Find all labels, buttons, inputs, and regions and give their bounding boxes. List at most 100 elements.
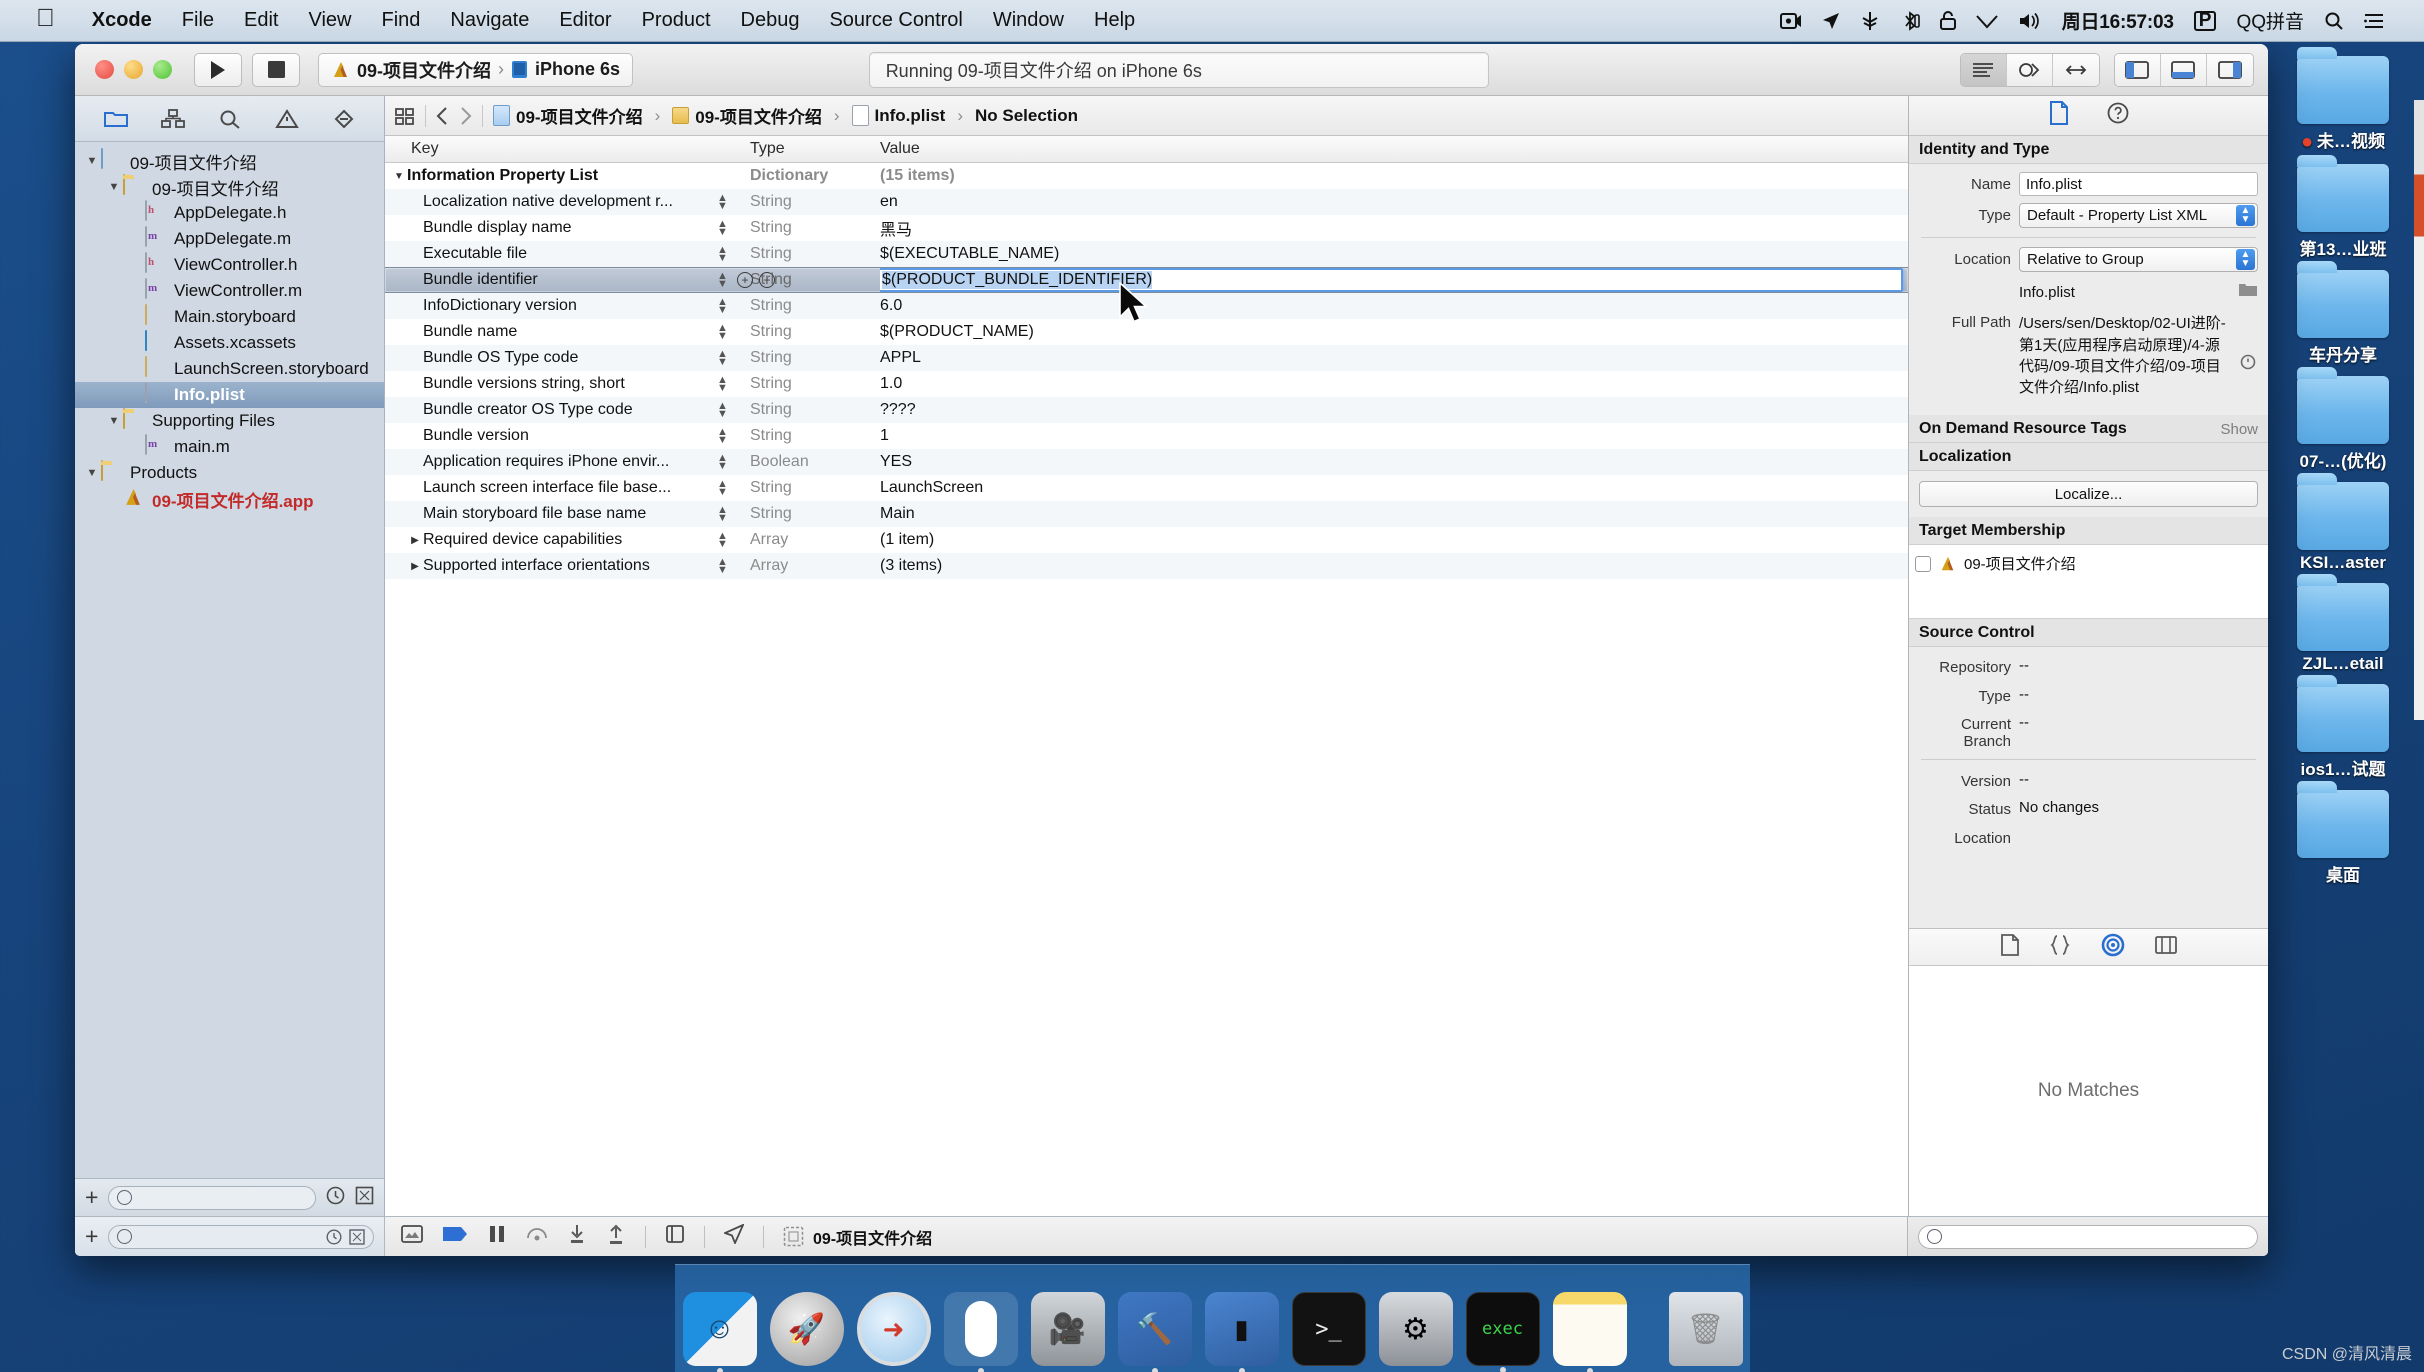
row-stepper-icon[interactable]: ▲ ▼: [717, 271, 728, 290]
plist-value-cell[interactable]: APPL: [880, 349, 1908, 367]
notification-center-icon[interactable]: [2364, 12, 2384, 30]
quick-help-icon[interactable]: [2107, 102, 2129, 129]
tree-item-project-icon[interactable]: ▼ 09-项目文件介绍: [75, 148, 384, 174]
plist-type-cell[interactable]: Array: [750, 531, 880, 549]
source-control-status-icon[interactable]: [349, 1228, 365, 1245]
row-stepper-icon[interactable]: ▲ ▼: [717, 245, 728, 264]
plist-value-cell[interactable]: 黑马: [880, 216, 1908, 240]
navigator-filter-field[interactable]: [108, 1224, 374, 1249]
lock-icon[interactable]: [1939, 11, 1956, 30]
plist-type-cell[interactable]: Dictionary: [750, 167, 880, 185]
tree-item-folder-icon[interactable]: ▼ Supporting Files: [75, 408, 384, 434]
location-arrow-icon[interactable]: [1822, 12, 1840, 30]
reveal-in-finder-icon[interactable]: [2240, 310, 2258, 375]
debug-scope[interactable]: 09-项目文件介绍: [783, 1225, 932, 1249]
target-membership-row[interactable]: 09-项目文件介绍: [1909, 545, 2268, 582]
dock-app-trash[interactable]: 🗑: [1668, 1292, 1743, 1366]
library-filter-field[interactable]: [1918, 1224, 2258, 1249]
show-debug-area-icon[interactable]: [401, 1225, 423, 1248]
plist-row[interactable]: Bundle versions string, short ▲ ▼ String 1.0: [385, 371, 1908, 397]
tree-item-plist-icon[interactable]: Info.plist: [75, 382, 384, 408]
plist-type-cell[interactable]: String: [750, 505, 880, 523]
plist-row[interactable]: Bundle OS Type code ▲ ▼ String APPL: [385, 345, 1908, 371]
tree-item-header-file-icon[interactable]: AppDelegate.h: [75, 200, 384, 226]
wifi-icon[interactable]: [1975, 12, 1998, 29]
dock-app-notes[interactable]: [1552, 1292, 1627, 1372]
dock-app-xcode[interactable]: 🔨: [1117, 1292, 1192, 1372]
row-stepper-icon[interactable]: ▲ ▼: [717, 375, 728, 394]
dock-app-terminal[interactable]: >_: [1291, 1292, 1366, 1366]
plist-key-cell[interactable]: Bundle version: [385, 427, 750, 445]
tree-item-app-product-icon[interactable]: 09-项目文件介绍.app: [75, 486, 384, 512]
standard-editor-icon[interactable]: [1960, 53, 2007, 86]
plist-key-cell[interactable]: Bundle versions string, short: [385, 375, 750, 393]
row-stepper-icon[interactable]: ▲ ▼: [717, 531, 728, 550]
desktop-folder[interactable]: 第13…业班: [2273, 155, 2413, 260]
plist-row[interactable]: ▶ Supported interface orientations ▲ ▼ Array…: [385, 553, 1908, 579]
breakpoints-icon[interactable]: [442, 1225, 468, 1248]
menu-item-source-control[interactable]: Source Control: [814, 9, 977, 32]
breadcrumb-group[interactable]: 09-项目文件介绍: [672, 103, 822, 128]
file-template-library-icon[interactable]: [2000, 933, 2019, 961]
desktop-folder[interactable]: KSI…aster: [2273, 473, 2413, 573]
menu-item-xcode[interactable]: Xcode: [77, 9, 167, 32]
plist-key-cell[interactable]: Bundle name: [385, 323, 750, 341]
related-items-icon[interactable]: [395, 107, 415, 125]
tree-item-header-file-icon[interactable]: ViewController.h: [75, 252, 384, 278]
plist-key-cell[interactable]: Executable file: [385, 245, 750, 263]
plist-value-cell[interactable]: en: [880, 193, 1908, 211]
plist-row[interactable]: Bundle creator OS Type code ▲ ▼ String????: [385, 397, 1908, 423]
plist-value-cell[interactable]: Main: [880, 505, 1908, 523]
plist-key-cell[interactable]: InfoDictionary version: [385, 297, 750, 315]
row-stepper-icon[interactable]: ▲ ▼: [717, 219, 728, 238]
tree-item-source-file-icon[interactable]: ViewController.m: [75, 278, 384, 304]
plist-row[interactable]: Bundle version ▲ ▼ String 1: [385, 423, 1908, 449]
plist-row[interactable]: Bundle identifier ▲ ▼ + − String $(PRODUCT_BUN…: [385, 267, 1908, 293]
source-control-filter-icon[interactable]: [355, 1186, 374, 1210]
remove-row-button[interactable]: −: [759, 272, 775, 288]
column-header-key[interactable]: Key: [385, 140, 750, 158]
disclosure-triangle-icon[interactable]: ▼: [391, 171, 407, 182]
breadcrumb-file[interactable]: Info.plist: [851, 105, 945, 126]
add-row-button[interactable]: +: [737, 272, 753, 288]
issue-navigator-icon[interactable]: [270, 104, 304, 134]
screen-record-icon[interactable]: [1779, 12, 1802, 30]
recent-icon[interactable]: [326, 1228, 342, 1245]
plist-row[interactable]: Executable file ▲ ▼ String $(EXECUTABLE_NAME…: [385, 241, 1908, 267]
parallels-icon[interactable]: P: [2193, 10, 2217, 31]
breadcrumb-project[interactable]: 09-项目文件介绍: [493, 103, 643, 128]
plist-type-cell[interactable]: String: [750, 375, 880, 393]
disclosure-triangle-icon[interactable]: ▼: [83, 155, 101, 167]
dropbox-icon[interactable]: [1860, 11, 1880, 31]
row-stepper-icon[interactable]: ▲ ▼: [717, 505, 728, 524]
volume-icon[interactable]: [2018, 12, 2042, 30]
desktop-folder[interactable]: 车丹分享: [2273, 261, 2413, 366]
menu-item-window[interactable]: Window: [978, 9, 1079, 32]
media-library-icon[interactable]: [2154, 935, 2177, 960]
close-button[interactable]: [95, 60, 114, 79]
tree-item-folder-icon[interactable]: ▼ 09-项目文件介绍: [75, 174, 384, 200]
navigator-filter-input[interactable]: [108, 1185, 316, 1210]
column-header-value[interactable]: Value: [880, 140, 1908, 158]
disclosure-triangle-icon[interactable]: ▼: [83, 467, 101, 479]
plist-key-cell[interactable]: Localization native development r...: [385, 193, 750, 211]
version-editor-icon[interactable]: [2052, 53, 2099, 86]
run-button[interactable]: [194, 52, 242, 87]
disclosure-triangle-icon[interactable]: ▼: [105, 415, 123, 427]
row-stepper-icon[interactable]: ▲ ▼: [717, 453, 728, 472]
dock-app-imovie[interactable]: 🎥: [1030, 1292, 1105, 1366]
hide-utilities-icon[interactable]: [2206, 53, 2253, 86]
plist-value-cell[interactable]: $(PRODUCT_NAME): [880, 323, 1908, 341]
plist-value-cell[interactable]: 1: [880, 427, 1908, 445]
plist-key-cell[interactable]: Bundle creator OS Type code: [385, 401, 750, 419]
stop-button[interactable]: [252, 52, 300, 87]
simulate-location-icon[interactable]: [722, 1223, 745, 1249]
row-stepper-icon[interactable]: ▲ ▼: [717, 349, 728, 368]
plist-key-cell[interactable]: Launch screen interface file base...: [385, 479, 750, 497]
plist-value-cell[interactable]: (3 items): [880, 557, 1908, 575]
plist-type-cell[interactable]: String: [750, 323, 880, 341]
plist-row[interactable]: Launch screen interface file base... ▲ ▼ St…: [385, 475, 1908, 501]
location-popup[interactable]: Relative to Group ▲ ▼: [2019, 247, 2258, 272]
tree-item-assets-icon[interactable]: Assets.xcassets: [75, 330, 384, 356]
plist-key-cell[interactable]: Bundle OS Type code: [385, 349, 750, 367]
